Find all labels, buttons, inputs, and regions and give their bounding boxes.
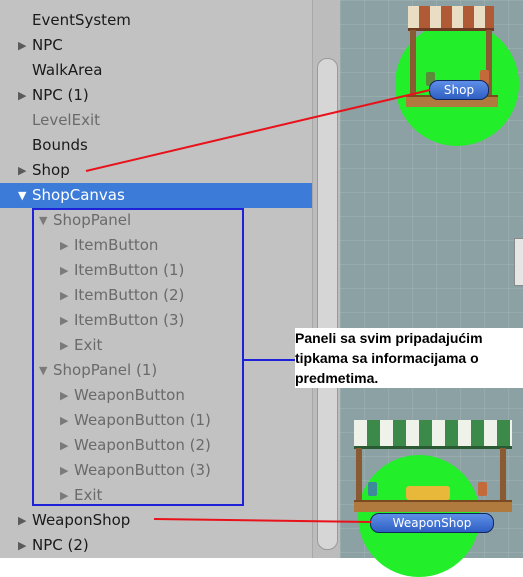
shop-pointer-line — [85, 89, 431, 172]
annotation-note: Paneli sa svim pripadajućim tipkama sa i… — [295, 328, 523, 388]
annotation-lines — [85, 89, 431, 523]
weapon-shop-pointer-line — [153, 518, 372, 523]
